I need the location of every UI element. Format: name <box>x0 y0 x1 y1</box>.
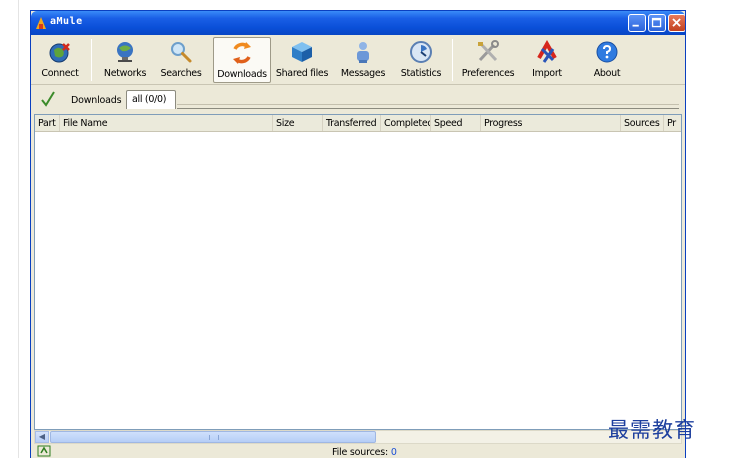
toolbar-shared-files-button[interactable]: Shared files <box>273 37 331 83</box>
title-bar[interactable]: aMule <box>31 11 685 35</box>
downloads-section-label: Downloads <box>71 95 122 106</box>
list-header: Part File Name Size Transferred Complete… <box>35 115 681 132</box>
messages-icon <box>357 42 369 63</box>
close-icon <box>672 18 681 27</box>
toolbar-downloads-button[interactable]: Downloads <box>213 37 271 83</box>
tab-all-label: all (0/0) <box>132 94 167 105</box>
column-header-completed[interactable]: Completed <box>381 115 431 131</box>
column-header-file-name[interactable]: File Name <box>60 115 273 131</box>
toolbar-preferences-button[interactable]: Preferences <box>457 37 519 83</box>
downloads-list[interactable]: Part File Name Size Transferred Complete… <box>34 114 682 430</box>
toolbar-separator <box>91 39 92 81</box>
watermark: 最需教育 <box>608 418 696 442</box>
page-divider <box>18 0 19 458</box>
horizontal-scrollbar[interactable]: ◀ <box>34 430 682 444</box>
toolbar-label: Networks <box>103 68 147 79</box>
amule-app-icon <box>36 17 46 29</box>
toolbar-label: Shared files <box>275 68 329 79</box>
downloads-icon <box>233 42 251 64</box>
tab-all[interactable]: all (0/0) <box>126 90 176 109</box>
toolbar-label: Connect <box>41 68 79 79</box>
toolbar-messages-button[interactable]: Messages <box>337 37 389 83</box>
main-toolbar: Connect Networks Searches Downloads Shar… <box>31 35 685 85</box>
column-header-transferred[interactable]: Transferred <box>323 115 381 131</box>
close-button[interactable] <box>668 14 685 32</box>
toolbar-label: About <box>593 68 621 79</box>
toolbar-import-button[interactable]: Import <box>523 37 571 83</box>
statistics-icon <box>410 41 432 63</box>
column-header-sources[interactable]: Sources <box>621 115 664 131</box>
network-status-icon[interactable] <box>37 445 51 457</box>
column-header-part[interactable]: Part <box>35 115 60 131</box>
column-header-progress[interactable]: Progress <box>481 115 621 131</box>
toolbar-label: Preferences <box>461 68 515 79</box>
toolbar-label: Statistics <box>400 68 442 79</box>
toolbar-connect-button[interactable]: Connect <box>35 37 85 83</box>
tab-bar: Downloads all (0/0) <box>31 86 685 114</box>
scroll-grip <box>209 435 219 440</box>
preferences-icon <box>478 40 499 62</box>
column-header-speed[interactable]: Speed <box>431 115 481 131</box>
toolbar-label: Searches <box>160 68 202 79</box>
file-sources-label: File sources: <box>332 447 391 458</box>
list-body[interactable] <box>35 132 681 431</box>
toolbar-networks-button[interactable]: Networks <box>99 37 151 83</box>
amule-window: aMule Connect Networks Searches Download… <box>30 10 686 458</box>
column-header-priority[interactable]: Pr <box>664 115 681 131</box>
status-bar: File sources: 0 <box>31 445 685 458</box>
tab-bar-line <box>177 104 679 105</box>
import-icon <box>537 40 557 63</box>
check-icon[interactable] <box>39 89 57 109</box>
about-icon <box>596 41 618 63</box>
shared-files-icon <box>292 42 312 62</box>
toolbar-label: Downloads <box>217 69 267 80</box>
networks-icon <box>117 42 133 62</box>
toolbar-searches-button[interactable]: Searches <box>155 37 207 83</box>
minimize-button[interactable] <box>628 14 646 32</box>
toolbar-separator <box>452 39 453 81</box>
searches-icon <box>171 42 192 63</box>
toolbar-statistics-button[interactable]: Statistics <box>395 37 447 83</box>
tab-bar-line <box>177 108 679 109</box>
connect-icon <box>49 43 70 63</box>
minimize-icon <box>632 24 639 27</box>
file-sources-status: File sources: 0 <box>332 447 397 458</box>
toolbar-label: Import <box>532 68 562 79</box>
scroll-left-button[interactable]: ◀ <box>35 431 49 443</box>
maximize-icon <box>651 17 662 28</box>
scroll-thumb[interactable] <box>50 431 376 443</box>
file-sources-count: 0 <box>390 447 397 458</box>
toolbar-about-button[interactable]: About <box>585 37 629 83</box>
toolbar-label: Messages <box>340 68 386 79</box>
chevron-left-icon: ◀ <box>38 432 46 441</box>
column-header-size[interactable]: Size <box>273 115 323 131</box>
maximize-button[interactable] <box>648 14 666 32</box>
window-title: aMule <box>50 16 83 27</box>
